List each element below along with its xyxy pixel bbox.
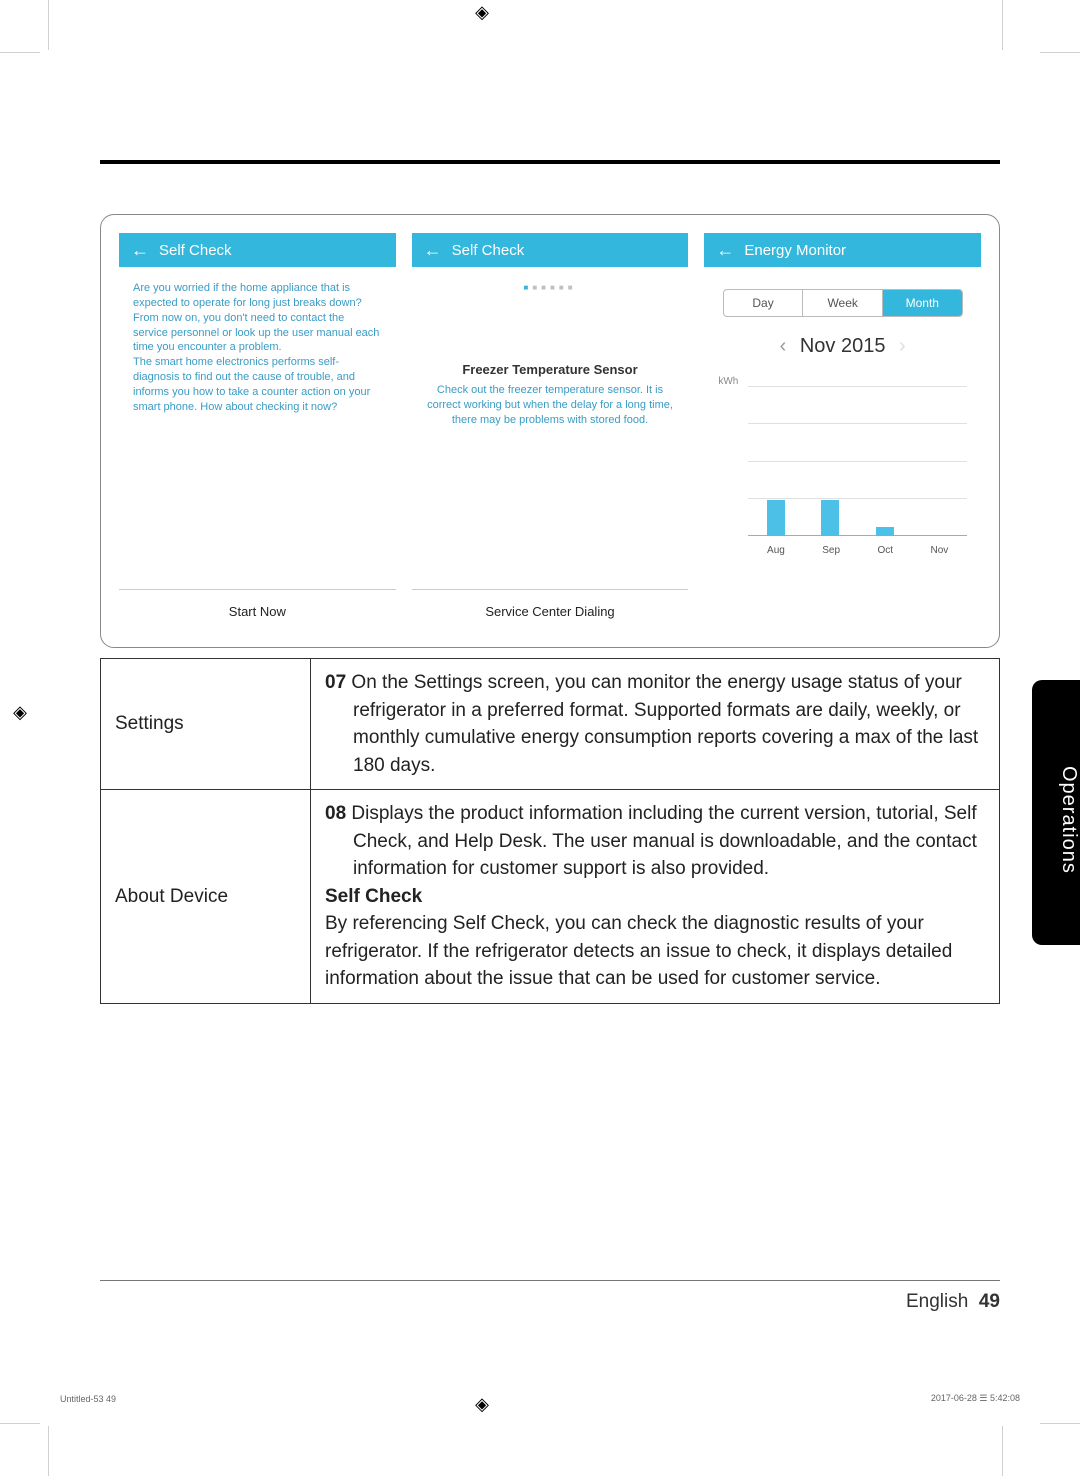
screen-header: ← Self Check — [119, 233, 396, 267]
chart-ylabel: kWh — [718, 376, 738, 387]
back-icon[interactable]: ← — [716, 241, 734, 259]
header-rule — [100, 160, 1000, 164]
chevron-right-icon[interactable]: › — [899, 335, 906, 357]
page-indicator-icon: ■■■■■■ — [420, 283, 681, 292]
subheading-selfcheck: Self Check — [325, 883, 985, 911]
service-center-dialing-button[interactable]: Service Center Dialing — [412, 589, 689, 633]
tab-month[interactable]: Month — [883, 290, 962, 316]
screen-title: Energy Monitor — [744, 242, 846, 259]
row-label-about-device: About Device — [101, 790, 311, 1004]
screen-energy-monitor: ← Energy Monitor Day Week Month ‹ Nov 20… — [704, 233, 981, 633]
screen-header: ← Energy Monitor — [704, 233, 981, 267]
sensor-title: Freezer Temperature Sensor — [420, 362, 681, 377]
footer-page-number: 49 — [979, 1291, 1000, 1312]
registration-mark-icon: ◈ — [8, 700, 32, 724]
start-now-button[interactable]: Start Now — [119, 589, 396, 633]
chevron-left-icon[interactable]: ‹ — [780, 335, 787, 357]
page-footer: English 49 — [100, 1280, 1000, 1313]
footer-language: English — [906, 1291, 968, 1312]
back-icon[interactable]: ← — [424, 241, 442, 259]
chart-bar — [876, 527, 894, 536]
screenshot-panel: ← Self Check Are you worried if the home… — [100, 214, 1000, 648]
print-footer-left: Untitled-53 49 — [60, 1394, 116, 1404]
screen-selfcheck-intro: ← Self Check Are you worried if the home… — [119, 233, 396, 633]
sensor-description: Check out the freezer temperature sensor… — [420, 383, 681, 428]
chart-bars — [748, 386, 967, 536]
tab-week[interactable]: Week — [803, 290, 883, 316]
period-label: Nov 2015 — [800, 335, 886, 357]
section-tab-operations: Operations — [1032, 680, 1080, 945]
chart-xtick: Aug — [767, 545, 785, 556]
selfcheck-description: Are you worried if the home appliance th… — [127, 277, 388, 419]
period-tabs: Day Week Month — [723, 289, 963, 317]
registration-mark-icon: ◈ — [470, 0, 494, 24]
chart-xticks: Aug Sep Oct Nov — [748, 545, 967, 556]
table-row: Settings 07 On the Settings screen, you … — [101, 659, 1000, 790]
registration-mark-icon: ◈ — [470, 1392, 494, 1416]
row-label-settings: Settings — [101, 659, 311, 790]
row-content-about-device: 08 Displays the product information incl… — [311, 790, 1000, 1004]
back-icon[interactable]: ← — [131, 241, 149, 259]
energy-chart: kWh Aug Sep Oct Nov — [712, 376, 973, 556]
chart-bar — [767, 500, 785, 536]
print-footer-right: 2017-06-28 ☰ 5:42:08 — [931, 1393, 1020, 1404]
period-navigator: ‹ Nov 2015 › — [712, 335, 973, 358]
chart-xtick: Oct — [877, 545, 893, 556]
screen-title: Self Check — [452, 242, 525, 259]
screen-title: Self Check — [159, 242, 232, 259]
chart-xtick: Nov — [930, 545, 948, 556]
table-row: About Device 08 Displays the product inf… — [101, 790, 1000, 1004]
screen-selfcheck-result: ← Self Check ■■■■■■ Freezer Temperature … — [412, 233, 689, 633]
chart-bar — [821, 500, 839, 536]
tab-day[interactable]: Day — [724, 290, 804, 316]
row-content-settings: 07 On the Settings screen, you can monit… — [311, 659, 1000, 790]
chart-xtick: Sep — [822, 545, 840, 556]
info-table: Settings 07 On the Settings screen, you … — [100, 658, 1000, 1004]
screen-header: ← Self Check — [412, 233, 689, 267]
